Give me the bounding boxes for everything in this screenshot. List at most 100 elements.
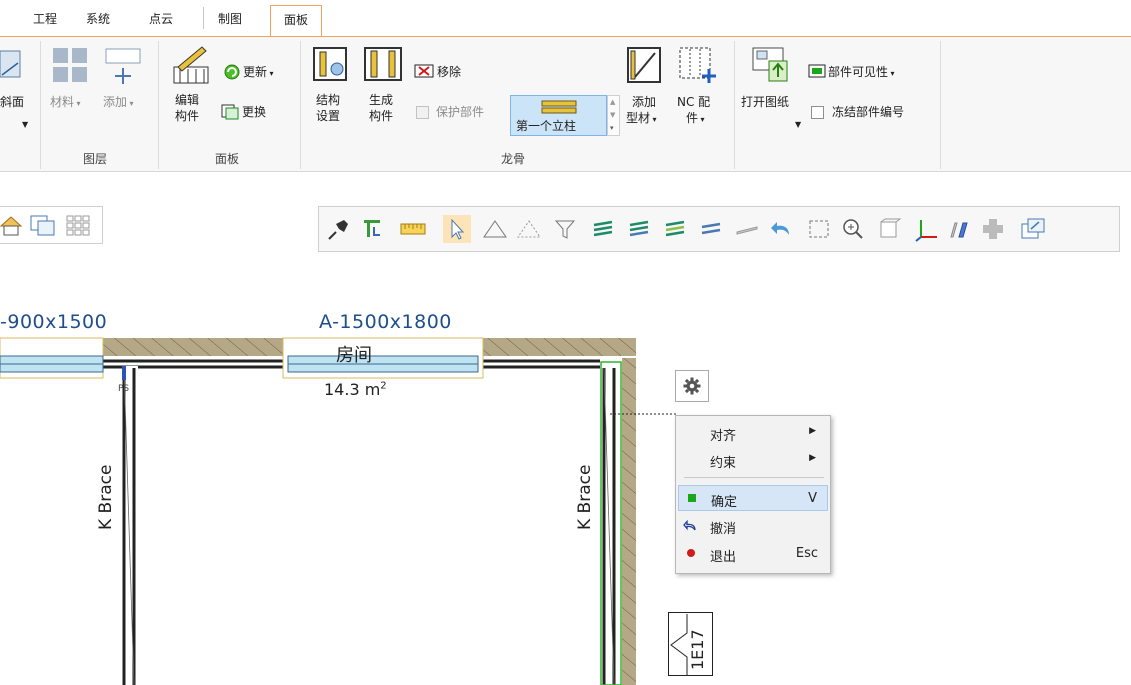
edit-component-label-1[interactable]: 编辑 (175, 92, 199, 108)
slope-button-label[interactable]: 斜面 (0, 94, 24, 110)
add-layer-icon[interactable] (105, 48, 143, 86)
plane-icon[interactable] (733, 215, 761, 243)
first-stud-selected[interactable]: 第一个立柱 (510, 95, 607, 136)
slab-icon[interactable] (945, 215, 973, 243)
add-profile-icon[interactable] (627, 47, 663, 85)
filter-icon[interactable] (551, 215, 579, 243)
first-stud-dropdown[interactable]: 第一个立柱 ▲ ▼ ▾ (510, 95, 620, 136)
update-icon[interactable] (223, 64, 241, 80)
tab-system[interactable]: 系统 (86, 10, 110, 27)
window-view-icon[interactable] (30, 215, 56, 237)
confirm-icon (688, 494, 696, 502)
axis-icon[interactable] (913, 215, 941, 243)
material-button[interactable]: 材料 ▾ (50, 94, 81, 112)
context-settings-button[interactable] (675, 370, 709, 402)
remove-button[interactable]: 移除 (437, 64, 461, 80)
layer-stack-alt-icon[interactable] (625, 215, 653, 243)
brace-label-right: K Brace (575, 464, 595, 530)
nc-fitting-icon[interactable] (679, 47, 719, 85)
remove-icon[interactable] (414, 64, 434, 78)
gear-icon (683, 377, 701, 395)
add-layer-button[interactable]: 添加 ▾ (103, 94, 134, 112)
undo-view-icon[interactable] (769, 215, 797, 243)
part-visibility-button[interactable]: 部件可见性 ▾ (828, 64, 895, 82)
ribbon-tab-bar: 工程 系统 点云 制图 面板 (0, 0, 1131, 37)
generate-component-icon[interactable] (364, 47, 404, 83)
nc-fitting-label-2[interactable]: 件 ▾ (686, 110, 705, 128)
pin-icon[interactable] (325, 215, 353, 243)
part-visibility-icon[interactable] (808, 64, 826, 78)
view-toolbar-left (0, 206, 103, 244)
menu-item-constraint-label: 约束 (710, 456, 737, 471)
add-gray-icon[interactable] (979, 215, 1007, 243)
tab-project[interactable]: 工程 (33, 10, 57, 27)
view-toolbar-right (318, 206, 1120, 252)
spin-down-icon[interactable]: ▼ (610, 111, 615, 119)
export-window-icon[interactable] (1019, 215, 1047, 243)
ribbon-separator (940, 41, 941, 169)
context-menu: 对齐 ▶ 约束 ▶ 确定 V 撤消 退出 Esc (675, 415, 831, 574)
structure-settings-label-2[interactable]: 设置 (316, 108, 340, 124)
group-label-layer: 图层 (83, 152, 108, 166)
grid-view-icon[interactable] (66, 215, 90, 237)
spin-more-icon[interactable]: ▾ (610, 124, 614, 132)
menu-item-undo-label: 撤消 (710, 522, 737, 537)
menu-item-exit-shortcut: Esc (795, 546, 818, 561)
edit-component-icon[interactable] (170, 45, 212, 85)
layer-stack-icon[interactable] (589, 215, 617, 243)
select-cursor-icon[interactable] (443, 215, 471, 243)
ribbon: 斜面 ▼ 材料 ▾ 添加 ▾ 图层 编辑 构件 更新 ▾ 更换 面板 结构 设置 (0, 37, 1131, 172)
drawing-canvas[interactable]: -900x1500 A-1500x1800 PS K Brace K Brace (0, 258, 1131, 685)
add-profile-label-2[interactable]: 型材 ▾ (626, 110, 657, 128)
triangle-select-icon[interactable] (481, 215, 509, 243)
layer-top-icon[interactable] (661, 215, 689, 243)
open-drawing-icon[interactable] (752, 47, 790, 83)
structure-settings-icon[interactable] (313, 47, 349, 83)
undo-icon (683, 520, 696, 531)
dimension-label-center: A-1500x1800 (319, 311, 452, 333)
protect-part-checkbox[interactable] (416, 106, 429, 119)
freeze-numbering-checkbox[interactable] (811, 106, 824, 119)
replace-icon[interactable] (221, 104, 239, 120)
spin-up-icon[interactable]: ▲ (610, 98, 615, 106)
measure-icon[interactable] (399, 215, 427, 243)
zoom-in-icon[interactable] (839, 215, 867, 243)
slope-icon[interactable] (0, 49, 22, 79)
submenu-arrow-icon: ▶ (809, 453, 816, 463)
open-drawing-label[interactable]: 打开图纸 (741, 94, 789, 110)
slope-dropdown-caret[interactable]: ▼ (22, 117, 28, 133)
tab-point-cloud[interactable]: 点云 (149, 10, 173, 27)
tab-panel[interactable]: 面板 (270, 5, 323, 37)
submenu-arrow-icon: ▶ (809, 426, 816, 436)
material-icon[interactable] (53, 48, 89, 84)
nc-fitting-label-1[interactable]: NC 配 (677, 94, 710, 110)
menu-item-confirm-label: 确定 (711, 495, 738, 510)
replace-button[interactable]: 更换 (242, 104, 266, 120)
menu-item-align[interactable]: 对齐 ▶ (678, 420, 828, 446)
menu-item-exit[interactable]: 退出 Esc (678, 541, 828, 567)
menu-item-exit-label: 退出 (710, 550, 737, 565)
add-profile-label-1[interactable]: 添加 (632, 94, 656, 110)
layer-outline-icon[interactable] (697, 215, 725, 243)
structure-settings-label-1[interactable]: 结构 (316, 92, 340, 108)
tab-drawing[interactable]: 制图 (218, 10, 242, 27)
dimension-label-left: -900x1500 (0, 311, 108, 333)
generate-component-label-2[interactable]: 构件 (369, 108, 393, 124)
generate-component-label-1[interactable]: 生成 (369, 92, 393, 108)
menu-item-constraint[interactable]: 约束 ▶ (678, 447, 828, 473)
edit-component-label-2[interactable]: 构件 (175, 108, 199, 124)
room-area: 14.3 m2 (324, 380, 387, 399)
box-view-icon[interactable] (875, 215, 903, 243)
zoom-extents-icon[interactable] (805, 215, 833, 243)
update-button[interactable]: 更新 ▾ (243, 64, 274, 82)
home-view-icon[interactable] (0, 215, 22, 237)
snap-toggle-icon[interactable] (359, 215, 387, 243)
menu-item-confirm[interactable]: 确定 V (678, 485, 828, 511)
group-label-keel: 龙骨 (501, 152, 526, 166)
triangle-dashed-icon[interactable] (515, 215, 543, 243)
protect-part-label: 保护部件 (436, 105, 485, 119)
open-drawing-caret[interactable]: ▼ (795, 117, 801, 133)
first-stud-spinner[interactable]: ▲ ▼ ▾ (607, 95, 620, 136)
menu-item-undo[interactable]: 撤消 (678, 513, 828, 539)
stud-mark-label: PS (118, 384, 130, 394)
